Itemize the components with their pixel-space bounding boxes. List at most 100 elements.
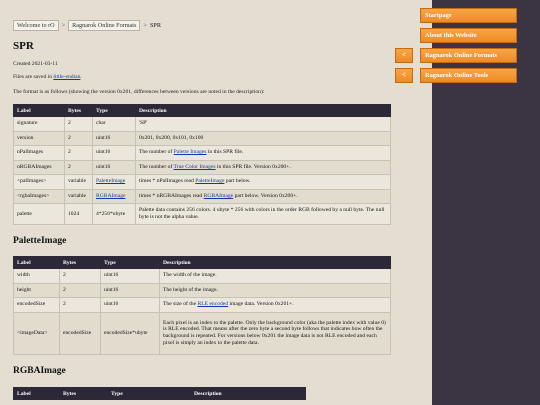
cell-label: height [13, 282, 60, 298]
breadcrumb-current: SPR [149, 22, 161, 29]
cell-label: signature [13, 116, 65, 132]
cell-bytes: 2 [59, 268, 101, 284]
cell-description: times * nRGBAImages read RGBAImage part … [135, 188, 391, 204]
cell-type: uint16 [92, 130, 136, 146]
cell-description: The size of the RLE encoded image data. … [159, 297, 391, 313]
column-header: Bytes [59, 387, 108, 400]
cell-type: RGBAImage [92, 188, 136, 204]
desc-text: times * nPalImages read [139, 178, 196, 185]
palette-images-link[interactable]: Palette Images [174, 149, 207, 155]
cell-description: 'SP' [135, 116, 391, 132]
true-color-images-link[interactable]: True Color Images [174, 164, 216, 170]
desc-text: times * nRGBAImages read [139, 192, 204, 199]
little-endian-link[interactable]: little-endian [53, 74, 80, 80]
column-header: Description [190, 387, 306, 400]
rgba-image-type-link[interactable]: RGBAImage [96, 193, 126, 199]
created-date: Created 2021-03-11 [13, 61, 58, 67]
cell-bytes: variable [64, 174, 93, 190]
breadcrumb: Welcome to rO > Ragnarok Online Formats … [13, 20, 161, 31]
cell-label: <rgbaImages> [13, 188, 65, 204]
breadcrumb-home[interactable]: Welcome to rO [13, 20, 59, 31]
nav-tools-button[interactable]: Ragnarok Online Tools [420, 68, 517, 83]
back-arrow-icon[interactable]: < [395, 48, 413, 63]
cell-label: version [13, 130, 65, 146]
desc-text: image data. Version 0x201+. [228, 301, 294, 308]
breadcrumb-separator: > [143, 22, 147, 29]
cell-type: uint16 [92, 145, 136, 161]
desc-text: part below. [224, 178, 251, 185]
cell-description: times * nPalImages read PaletteImage par… [135, 174, 391, 190]
desc-text: The number of [139, 163, 174, 170]
cell-bytes: 2 [59, 297, 101, 313]
nav-startpage-button[interactable]: Startpage [420, 8, 517, 23]
nav-formats-button[interactable]: Ragnarok Online Formats [420, 48, 517, 63]
page-title: SPR [13, 40, 34, 52]
cell-type: encodedSize*ubyte [100, 311, 160, 355]
table-row: palette 1024 4*256*ubyte Palette data co… [13, 203, 391, 225]
column-header: Label [13, 104, 65, 117]
nav-about-button[interactable]: About this Website [420, 28, 517, 43]
column-header: Description [135, 104, 391, 117]
cell-bytes: encodedSize [59, 311, 101, 355]
rgba-image-table: Label Bytes Type Description [13, 387, 306, 400]
desc-text: in this SPR file. Version 0x200+. [215, 163, 291, 170]
column-header: Label [13, 256, 60, 269]
column-header: Label [13, 387, 60, 400]
cell-description: The height of the image. [159, 282, 391, 298]
table-header-row: Label Bytes Type Description [13, 387, 306, 400]
table-row: <rgbaImages> variable RGBAImage times * … [13, 188, 391, 204]
table-row: nPalImages 2 uint16 The number of Palett… [13, 145, 391, 161]
cell-description: Palette data contains 256 colors. 4 ubyt… [135, 203, 391, 225]
desc-text: The size of the [163, 301, 198, 308]
palette-image-type-link[interactable]: PaletteImage [96, 178, 125, 184]
column-header: Type [92, 104, 136, 117]
cell-type: uint16 [100, 282, 160, 298]
cell-description: 0x201, 0x200, 0x101, 0x100 [135, 130, 391, 146]
rle-encoded-link[interactable]: RLE encoded [197, 301, 228, 307]
cell-type: PaletteImage [92, 174, 136, 190]
cell-type: uint16 [100, 268, 160, 284]
table-row: <palImages> variable PaletteImage times … [13, 174, 391, 190]
table-row: nRGBAImages 2 uint16 The number of True … [13, 159, 391, 175]
back-arrow-icon[interactable]: < [395, 68, 413, 83]
cell-bytes: 1024 [64, 203, 93, 225]
cell-bytes: variable [64, 188, 93, 204]
cell-label: palette [13, 203, 65, 225]
table-row: version 2 uint16 0x201, 0x200, 0x101, 0x… [13, 130, 391, 146]
cell-bytes: 2 [64, 145, 93, 161]
cell-label: nRGBAImages [13, 159, 65, 175]
column-header: Description [159, 256, 391, 269]
table-row: width 2 uint16 The width of the image. [13, 268, 391, 284]
table-row: <imageData> encodedSize encodedSize*ubyt… [13, 311, 391, 355]
breadcrumb-separator: > [61, 22, 66, 29]
cell-label: encodedSize [13, 297, 60, 313]
section-title-rgba-image: RGBAImage [13, 366, 66, 376]
column-header: Bytes [64, 104, 93, 117]
cell-type: char [92, 116, 136, 132]
desc-text: in this SPR file. [206, 149, 244, 156]
rgba-image-link[interactable]: RGBAImage [204, 193, 234, 199]
cell-description: The number of Palette Images in this SPR… [135, 145, 391, 161]
spr-format-table: Label Bytes Type Description signature 2… [13, 104, 391, 225]
cell-bytes: 2 [59, 282, 101, 298]
cell-label: nPalImages [13, 145, 65, 161]
breadcrumb-formats[interactable]: Ragnarok Online Formats [68, 20, 141, 31]
section-title-palette-image: PaletteImage [13, 236, 67, 246]
endian-note: Files are saved in little-endian. [13, 74, 82, 80]
endian-note-prefix: Files are saved in [13, 74, 54, 80]
cell-bytes: 2 [64, 116, 93, 132]
cell-label: width [13, 268, 60, 284]
cell-description: Each pixel is an index to the palette. O… [159, 311, 391, 355]
desc-text: part below. Version 0x200+. [233, 192, 298, 199]
main-content: Welcome to rO > Ragnarok Online Formats … [0, 0, 432, 405]
cell-type: uint16 [92, 159, 136, 175]
table-row: height 2 uint16 The height of the image. [13, 282, 391, 298]
palette-image-link[interactable]: PaletteImage [195, 178, 224, 184]
format-note: The format is as follows (showing the ve… [13, 89, 265, 95]
cell-description: The width of the image. [159, 268, 391, 284]
table-row: encodedSize 2 uint16 The size of the RLE… [13, 297, 391, 313]
column-header: Type [100, 256, 160, 269]
column-header: Type [107, 387, 191, 400]
table-header-row: Label Bytes Type Description [13, 256, 391, 269]
endian-note-suffix: . [80, 74, 82, 80]
